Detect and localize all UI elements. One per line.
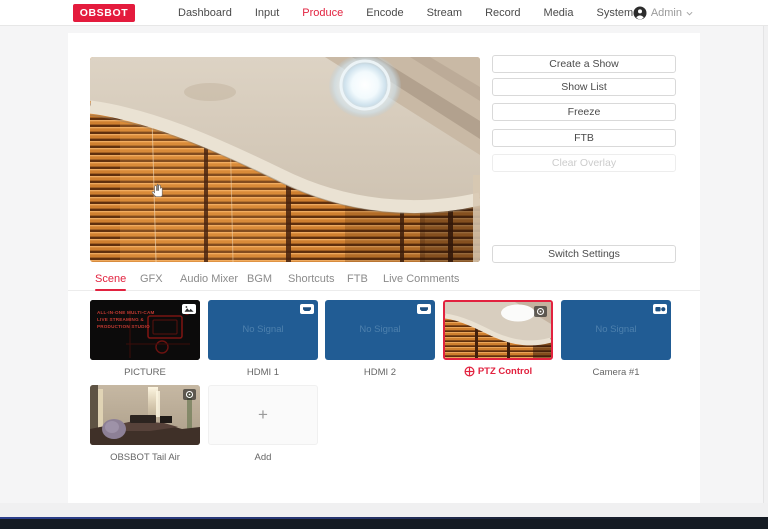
ptz-crosshair-icon <box>464 366 475 377</box>
tile-label-tailair: OBSBOT Tail Air <box>90 452 200 463</box>
scene-tile-hdmi2[interactable]: No Signal <box>325 300 435 360</box>
top-nav: OBSBOT Dashboard Input Produce Encode St… <box>0 0 768 26</box>
scene-tile-camera1[interactable]: No Signal <box>561 300 671 360</box>
nav-item-system[interactable]: System <box>597 7 634 19</box>
picture-overlay-text: ALL-IN-ONE MULTI-CAM LIVE STREAMING & PR… <box>97 309 155 330</box>
show-list-button[interactable]: Show List <box>492 78 676 96</box>
hdmi-icon <box>300 304 314 314</box>
scene-tile-hdmi1[interactable]: No Signal <box>208 300 318 360</box>
hdmi-icon <box>417 304 431 314</box>
tab-audio-mixer[interactable]: Audio Mixer <box>180 273 238 285</box>
tab-gfx[interactable]: GFX <box>140 273 163 285</box>
create-a-show-button[interactable]: Create a Show <box>492 55 676 73</box>
tile-label-picture: PICTURE <box>90 367 200 378</box>
ftb-button[interactable]: FTB <box>492 129 676 147</box>
freeze-button[interactable]: Freeze <box>492 103 676 121</box>
tile-label-hdmi2: HDMI 2 <box>325 367 435 378</box>
nav-item-produce[interactable]: Produce <box>302 7 343 19</box>
user-name: Admin <box>651 7 682 19</box>
page-background-gap <box>0 503 768 517</box>
nav-item-stream[interactable]: Stream <box>427 7 462 19</box>
bottom-taskbar-edge <box>0 517 768 529</box>
image-icon <box>182 304 196 314</box>
tab-bgm[interactable]: BGM <box>247 273 272 285</box>
tab-ftb[interactable]: FTB <box>347 273 368 285</box>
clear-overlay-button: Clear Overlay <box>492 154 676 172</box>
scene-tile-picture[interactable]: ALL-IN-ONE MULTI-CAM LIVE STREAMING & PR… <box>90 300 200 360</box>
window-scrollbar-track[interactable] <box>763 26 768 517</box>
tab-scene[interactable]: Scene <box>95 273 126 285</box>
avatar-icon <box>633 6 647 20</box>
nav-item-media[interactable]: Media <box>544 7 574 19</box>
plus-icon: + <box>258 405 268 425</box>
tile-label-add: Add <box>208 452 318 463</box>
camera-icon <box>653 304 667 314</box>
obsbot-produce-screen: OBSBOT Dashboard Input Produce Encode St… <box>0 0 768 529</box>
add-scene-button[interactable]: + <box>208 385 318 445</box>
nav-links: Dashboard Input Produce Encode Stream Re… <box>178 0 633 26</box>
tab-live-comments[interactable]: Live Comments <box>383 273 459 285</box>
nav-item-encode[interactable]: Encode <box>366 7 403 19</box>
no-signal-text: No Signal <box>561 324 671 335</box>
scene-tile-tailair[interactable] <box>90 385 200 445</box>
camera-icon <box>534 306 547 317</box>
user-menu[interactable]: Admin <box>633 0 693 26</box>
tab-shortcuts[interactable]: Shortcuts <box>288 273 334 285</box>
chevron-down-icon <box>686 10 693 17</box>
nav-item-input[interactable]: Input <box>255 7 279 19</box>
produce-tabs: Scene GFX Audio Mixer BGM Shortcuts FTB … <box>68 271 700 291</box>
no-signal-text: No Signal <box>208 324 318 335</box>
scene-tile-ptz[interactable] <box>443 300 553 360</box>
obsbot-logo[interactable]: OBSBOT <box>73 4 135 22</box>
preview-room-photo <box>90 57 480 262</box>
program-preview[interactable] <box>90 57 480 262</box>
tile-label-hdmi1: HDMI 1 <box>208 367 318 378</box>
camera-icon <box>183 389 196 400</box>
switch-settings-button[interactable]: Switch Settings <box>492 245 676 263</box>
no-signal-text: No Signal <box>325 324 435 335</box>
nav-item-dashboard[interactable]: Dashboard <box>178 7 232 19</box>
ptz-control-button[interactable]: PTZ Control <box>443 366 553 377</box>
tile-label-camera1: Camera #1 <box>561 367 671 378</box>
hand-cursor-icon <box>152 183 165 198</box>
produce-panel: Create a Show Show List Freeze FTB Clear… <box>68 33 700 503</box>
nav-item-record[interactable]: Record <box>485 7 520 19</box>
